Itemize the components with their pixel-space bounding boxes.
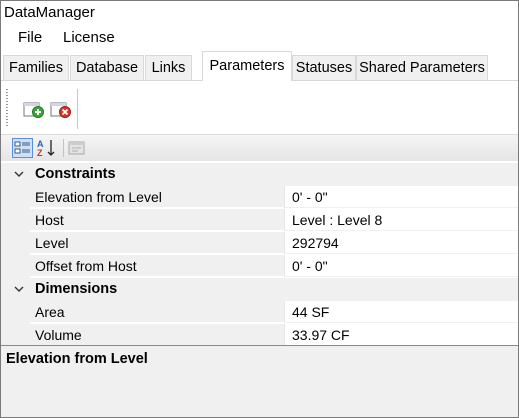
toolbar-separator [77,89,78,129]
chevron-down-icon[interactable] [14,169,24,179]
add-parameter-button[interactable] [23,99,45,119]
chevron-down-icon[interactable] [14,284,24,294]
tab-database[interactable]: Database [70,55,144,80]
property-value[interactable]: 292794 [285,232,518,254]
svg-text:Z: Z [37,148,43,158]
property-value[interactable]: Level : Level 8 [285,209,518,231]
sort-alphabetical-button[interactable]: A Z [36,138,58,158]
tab-strip: Families Database Links Parameters Statu… [1,51,518,81]
property-row[interactable]: Offset from Host 0' - 0" [1,255,518,278]
property-name: Elevation from Level [30,186,284,208]
description-pane: Elevation from Level [1,345,518,417]
property-row[interactable]: Level 292794 [1,232,518,255]
property-name: Host [30,209,284,231]
tab-statuses[interactable]: Statuses [292,55,356,80]
sort-alphabetical-icon: A Z [37,139,55,158]
window-title: DataManager [4,4,95,21]
category-label: Constraints [35,166,116,182]
property-value[interactable]: 33.97 CF [285,324,518,345]
menu-license[interactable]: License [63,25,115,51]
tab-parameters[interactable]: Parameters [202,51,292,81]
category-row-dimensions[interactable]: Dimensions [1,278,518,301]
row-gutter [1,232,30,255]
property-row[interactable]: Volume 33.97 CF [1,324,518,345]
row-gutter [1,186,30,209]
add-parameter-icon [23,102,44,118]
toolbar-grip[interactable] [6,89,8,127]
property-row[interactable]: Host Level : Level 8 [1,209,518,232]
property-name: Volume [30,324,284,345]
category-label: Dimensions [35,281,118,297]
category-row-constraints[interactable]: Constraints [1,163,518,186]
property-value[interactable]: 44 SF [285,301,518,323]
property-value[interactable]: 0' - 0" [285,255,518,277]
tab-families[interactable]: Families [3,55,69,80]
property-pages-icon [68,141,85,155]
description-title: Elevation from Level [6,351,148,367]
property-row[interactable]: Area 44 SF [1,301,518,324]
tab-links[interactable]: Links [145,55,192,80]
title-bar: DataManager [1,1,518,25]
menu-file[interactable]: File [18,25,42,51]
categorized-view-button[interactable] [12,138,33,158]
row-gutter [1,255,30,278]
row-gutter [1,324,30,345]
delete-parameter-icon [50,102,71,118]
property-row[interactable]: Elevation from Level 0' - 0" [1,186,518,209]
property-name: Area [30,301,284,323]
grid-toolbar-separator [63,139,64,157]
delete-parameter-button[interactable] [50,99,72,119]
tab-shared-parameters[interactable]: Shared Parameters [356,55,488,80]
property-grid-toolbar: A Z [1,134,518,161]
row-gutter [1,301,30,324]
row-gutter [1,209,30,232]
categorized-view-icon [14,141,30,154]
property-grid: Constraints Elevation from Level 0' - 0"… [1,163,518,345]
property-name: Offset from Host [30,255,284,277]
menu-bar: File License [1,25,518,51]
property-name: Level [30,232,284,254]
property-pages-button[interactable] [67,139,87,157]
property-value[interactable]: 0' - 0" [285,186,518,208]
datamanager-window: DataManager File License Families Databa… [0,0,519,418]
